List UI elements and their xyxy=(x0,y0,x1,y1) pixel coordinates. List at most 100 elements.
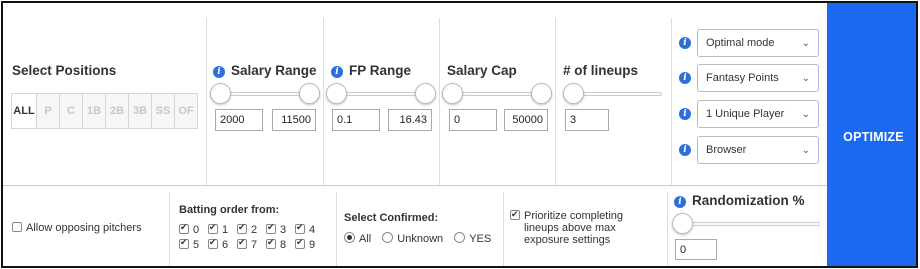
allow-opposing-option[interactable]: Allow opposing pitchers xyxy=(12,222,142,234)
batting-order-option[interactable]: 8 xyxy=(266,237,295,251)
checkbox[interactable] xyxy=(295,237,305,249)
checkbox[interactable] xyxy=(179,222,189,234)
radio[interactable] xyxy=(454,232,466,243)
checkbox[interactable] xyxy=(237,237,247,249)
info-icon[interactable]: i xyxy=(331,66,343,78)
info-icon[interactable]: i xyxy=(674,196,686,208)
batting-order-label: 1 xyxy=(222,224,229,236)
position-button-2b[interactable]: 2B xyxy=(105,93,129,129)
slider-max-handle[interactable] xyxy=(299,83,320,104)
prioritize-label: lineups above max xyxy=(524,222,616,234)
divider xyxy=(503,192,504,266)
chevron-down-icon: ⌄ xyxy=(801,72,810,84)
confirmed-option-yes[interactable]: YES xyxy=(454,232,491,245)
lineups-slider[interactable] xyxy=(563,83,666,105)
checkbox[interactable] xyxy=(208,222,218,234)
slider-max-handle[interactable] xyxy=(415,83,436,104)
salary-cap-max-input[interactable] xyxy=(504,109,548,131)
batting-order-label: 0 xyxy=(193,224,200,236)
randomization-label: Randomization % xyxy=(692,193,805,208)
position-button-ss[interactable]: SS xyxy=(151,93,175,129)
info-icon[interactable]: i xyxy=(679,37,691,49)
confirmed-option-all[interactable]: All xyxy=(344,232,371,245)
checkbox[interactable] xyxy=(295,222,305,234)
salary-range-title: i Salary Range xyxy=(213,63,317,78)
prioritize-option[interactable]: Prioritize completing lineups above max … xyxy=(510,208,623,246)
top-settings-row: Select Positions ALL P C 1B 2B 3B SS OF … xyxy=(3,3,827,185)
salary-cap-min-input[interactable] xyxy=(449,109,497,131)
batting-order-option[interactable]: 4 xyxy=(295,222,324,236)
position-button-3b[interactable]: 3B xyxy=(128,93,152,129)
batting-order-option[interactable]: 3 xyxy=(266,222,295,236)
batting-order-option[interactable]: 7 xyxy=(237,237,266,251)
divider xyxy=(206,18,207,185)
batting-order-title: Batting order from: xyxy=(179,204,280,216)
slider-min-handle[interactable] xyxy=(326,83,347,104)
uniqueness-select-value: 1 Unique Player xyxy=(706,108,785,120)
checkbox[interactable] xyxy=(266,237,276,249)
divider xyxy=(336,192,337,266)
salary-cap-slider[interactable] xyxy=(442,83,552,105)
salary-min-input[interactable] xyxy=(215,109,263,131)
prioritize-label: exposure settings xyxy=(524,234,611,246)
info-icon[interactable]: i xyxy=(679,108,691,120)
slider-handle[interactable] xyxy=(672,213,693,234)
batting-order-label: 8 xyxy=(280,239,287,251)
divider xyxy=(323,18,324,185)
randomization-input[interactable] xyxy=(675,239,717,260)
confirmed-radio-group: All Unknown YES xyxy=(344,232,491,245)
salary-range-label: Salary Range xyxy=(231,63,317,78)
mode-select-value: Optimal mode xyxy=(706,37,775,49)
batting-order-option[interactable]: 2 xyxy=(237,222,266,236)
radio[interactable] xyxy=(382,232,394,243)
radio[interactable] xyxy=(344,232,355,243)
info-icon[interactable]: i xyxy=(679,144,691,156)
uniqueness-select[interactable]: 1 Unique Player ⌄ xyxy=(697,100,819,128)
divider xyxy=(667,192,668,266)
position-button-p[interactable]: P xyxy=(36,93,60,129)
slider-min-handle[interactable] xyxy=(210,83,231,104)
slider-handle[interactable] xyxy=(563,83,584,104)
fp-range-slider[interactable] xyxy=(326,83,436,105)
batting-order-option[interactable]: 5 xyxy=(179,237,208,251)
mode-select[interactable]: Optimal mode ⌄ xyxy=(697,29,819,57)
salary-max-input[interactable] xyxy=(272,109,316,131)
checkbox[interactable] xyxy=(179,237,189,249)
metric-select-row: i Fantasy Points ⌄ xyxy=(679,64,819,92)
randomization-slider[interactable] xyxy=(672,213,824,235)
position-button-1b[interactable]: 1B xyxy=(82,93,106,129)
fp-max-input[interactable] xyxy=(388,109,432,131)
allow-opposing-checkbox[interactable] xyxy=(12,222,22,232)
fp-range-title: i FP Range xyxy=(331,63,411,78)
position-button-all[interactable]: ALL xyxy=(11,93,37,129)
batting-order-option[interactable]: 1 xyxy=(208,222,237,236)
prioritize-checkbox[interactable] xyxy=(510,208,520,220)
salary-cap-title: Salary Cap xyxy=(447,63,517,78)
chevron-down-icon: ⌄ xyxy=(801,108,810,120)
slider-max-handle[interactable] xyxy=(531,83,552,104)
slider-min-handle[interactable] xyxy=(442,83,463,104)
checkbox[interactable] xyxy=(208,237,218,249)
info-icon[interactable]: i xyxy=(213,66,225,78)
salary-range-slider[interactable] xyxy=(210,83,320,105)
position-button-of[interactable]: OF xyxy=(174,93,198,129)
position-button-c[interactable]: C xyxy=(59,93,83,129)
optimize-button[interactable]: OPTIMIZE xyxy=(827,3,916,266)
checkbox[interactable] xyxy=(266,222,276,234)
info-icon[interactable]: i xyxy=(679,72,691,84)
checkbox[interactable] xyxy=(237,222,247,234)
uniqueness-select-row: i 1 Unique Player ⌄ xyxy=(679,100,819,128)
batting-order-label: 3 xyxy=(280,224,287,236)
batting-order-option[interactable]: 6 xyxy=(208,237,237,251)
batting-order-label: 2 xyxy=(251,224,258,236)
fp-min-input[interactable] xyxy=(332,109,380,131)
batting-order-option[interactable]: 0 xyxy=(179,222,208,236)
metric-select[interactable]: Fantasy Points ⌄ xyxy=(697,64,819,92)
batting-order-option[interactable]: 9 xyxy=(295,237,324,251)
allow-opposing-label: Allow opposing pitchers xyxy=(26,222,142,234)
confirmed-option-unknown[interactable]: Unknown xyxy=(382,232,443,245)
mode-select-row: i Optimal mode ⌄ xyxy=(679,29,819,57)
lineups-input[interactable] xyxy=(565,109,609,131)
engine-select-value: Browser xyxy=(706,144,747,156)
engine-select[interactable]: Browser ⌄ xyxy=(697,136,819,164)
